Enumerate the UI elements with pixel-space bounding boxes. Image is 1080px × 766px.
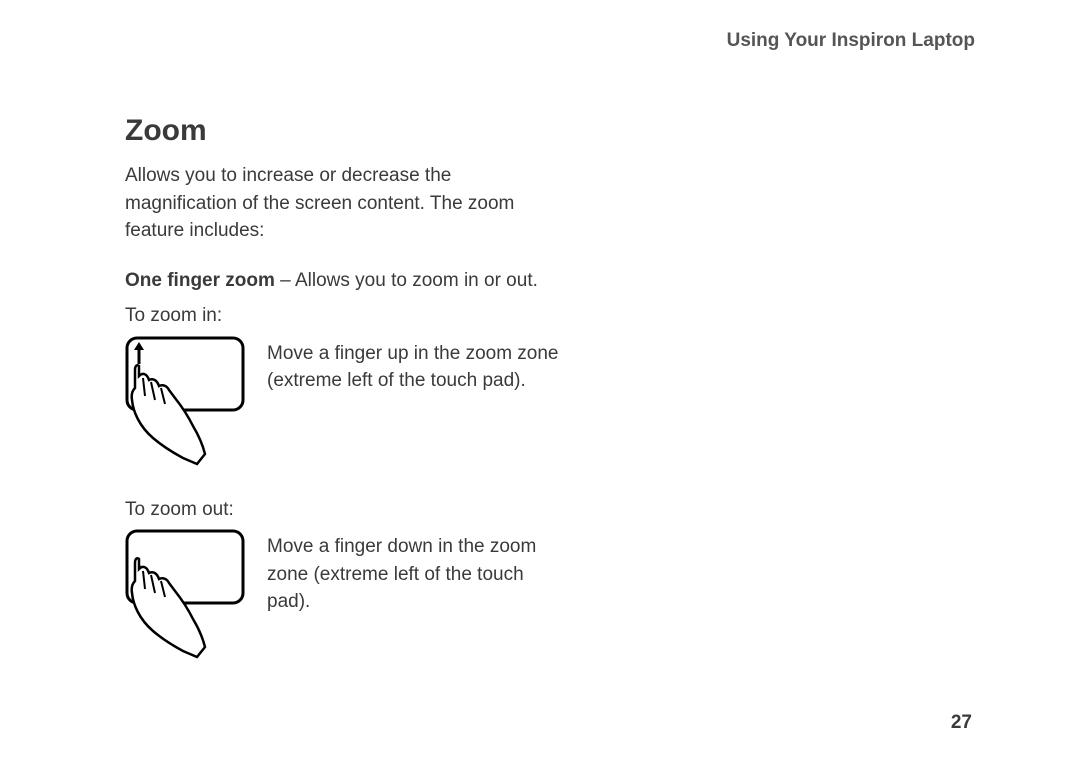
header-title: Using Your Inspiron Laptop <box>727 30 975 51</box>
zoom-out-gesture-icon <box>125 529 245 659</box>
zoom-out-desc: Move a finger down in the zoom zone (ext… <box>267 529 567 616</box>
page-container: Using Your Inspiron Laptop Zoom Allows y… <box>0 0 1080 766</box>
page-header: Using Your Inspiron Laptop <box>125 30 980 52</box>
section-title: Zoom <box>125 114 980 148</box>
zoom-in-row: Move a finger up in the zoom zone (extre… <box>125 336 980 466</box>
feature-bold: One finger zoom <box>125 270 275 291</box>
zoom-in-gesture-icon <box>125 336 245 466</box>
feature-line: One finger zoom – Allows you to zoom in … <box>125 267 585 295</box>
zoom-out-label: To zoom out: <box>125 496 980 524</box>
zoom-in-label: To zoom in: <box>125 302 980 330</box>
zoom-in-desc: Move a finger up in the zoom zone (extre… <box>267 336 567 395</box>
page-number: 27 <box>951 712 972 734</box>
feature-rest: – Allows you to zoom in or out. <box>275 270 538 291</box>
intro-text: Allows you to increase or decrease the m… <box>125 162 565 245</box>
zoom-out-row: Move a finger down in the zoom zone (ext… <box>125 529 980 659</box>
